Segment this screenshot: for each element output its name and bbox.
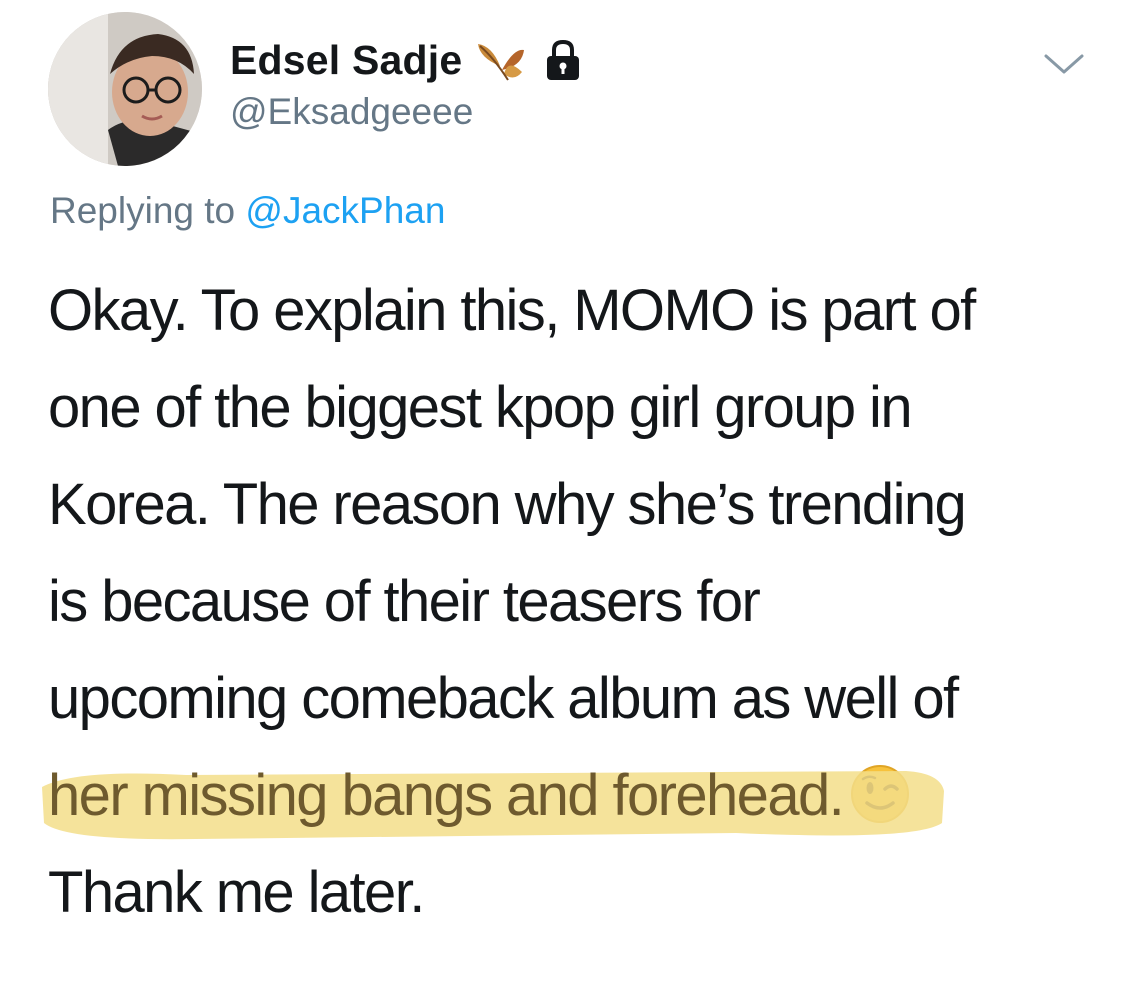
user-handle[interactable]: @Eksadgeeee <box>230 91 473 133</box>
tweet-text-line: Thank me later. <box>48 860 425 925</box>
tweet-text-line: Okay. To explain this, MOMO is part of <box>48 278 976 343</box>
chevron-down-icon[interactable] <box>1040 48 1088 78</box>
avatar[interactable] <box>48 12 202 166</box>
highlighted-line: her missing bangs and forehead. <box>42 747 1088 844</box>
replying-to-label: Replying to <box>50 190 246 231</box>
tweet-text-line: one of the biggest kpop girl group in <box>48 375 913 440</box>
replying-to-line: Replying to @JackPhan <box>50 190 445 232</box>
highlight-marker: her missing bangs and forehead. <box>42 747 944 844</box>
name-row: Edsel Sadje <box>230 34 582 86</box>
highlighted-text: her missing bangs and forehead. <box>48 763 845 828</box>
tweet-text-line: upcoming comeback album as well of <box>48 666 959 731</box>
tweet-text-line: is because of their teasers for <box>48 569 761 634</box>
tweet-text-line: Korea. The reason why she’s trending <box>48 472 967 537</box>
lock-icon <box>544 38 582 82</box>
autumn-leaves-icon <box>474 36 528 84</box>
tweet-text: Okay. To explain this, MOMO is part of o… <box>42 262 1088 941</box>
display-name[interactable]: Edsel Sadje <box>230 37 462 84</box>
reply-mention-link[interactable]: @JackPhan <box>245 190 445 231</box>
tweet-card: Edsel Sadje @Eksadgeeee Replying to @Jac… <box>0 0 1125 992</box>
